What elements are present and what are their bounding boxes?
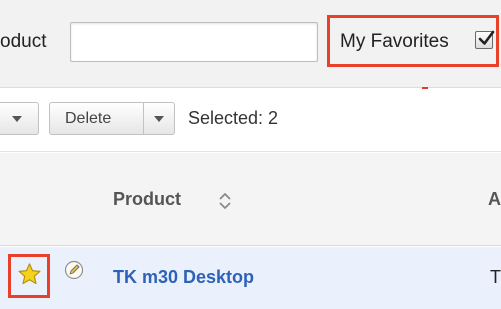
product-filter-label: oduct xyxy=(0,31,47,52)
list-toolbar: Delete Selected: 2 xyxy=(0,89,501,152)
actions-dropdown-button[interactable] xyxy=(0,102,39,135)
pencil-edit-icon[interactable] xyxy=(64,260,84,280)
caret-down-icon xyxy=(12,116,22,122)
table-header: Product A xyxy=(0,153,501,246)
my-favorites-highlight[interactable]: My Favorites xyxy=(327,15,499,67)
caret-down-icon xyxy=(154,116,164,122)
checkbox-checked-icon[interactable] xyxy=(475,30,495,49)
sort-up-down-icon[interactable] xyxy=(218,191,232,211)
delete-button[interactable]: Delete xyxy=(49,102,144,135)
delete-dropdown-button[interactable] xyxy=(143,102,175,135)
column-header-product[interactable]: Product xyxy=(113,189,181,210)
favorite-highlight[interactable] xyxy=(8,254,50,298)
column-header-next[interactable]: A xyxy=(488,189,501,210)
product-link[interactable]: TK m30 Desktop xyxy=(113,267,254,288)
my-favorites-label: My Favorites xyxy=(340,31,449,52)
filter-bar: oduct My Favorites xyxy=(0,0,501,88)
table-cell: T xyxy=(490,267,501,287)
product-search-input[interactable] xyxy=(70,22,318,62)
table-row: TK m30 Desktop T xyxy=(0,247,501,309)
selected-count: Selected: 2 xyxy=(188,108,279,128)
star-icon[interactable] xyxy=(17,262,42,287)
list-view: oduct My Favorites Delete Selected: 2 Pr… xyxy=(0,0,501,309)
